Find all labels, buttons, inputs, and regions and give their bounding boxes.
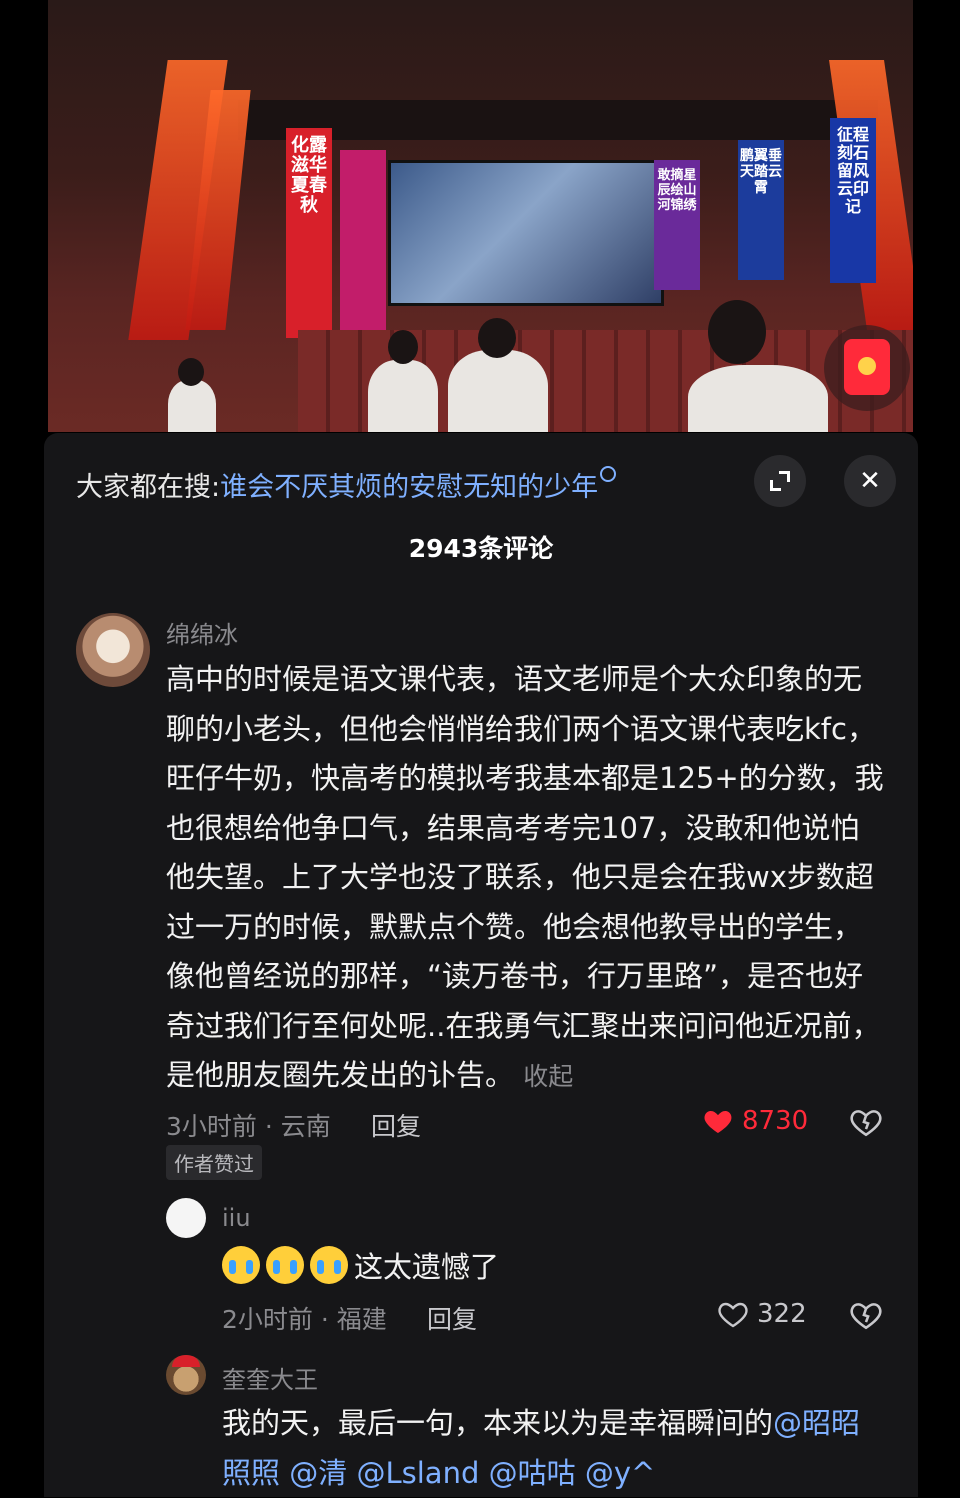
- close-button[interactable]: ✕: [844, 455, 896, 507]
- stage-banner-pink: [340, 150, 386, 330]
- stage-banner: 鹏翼垂天踏云霄: [738, 140, 784, 280]
- comment-meta: 3小时前 · 云南: [166, 1112, 331, 1141]
- like-count: 322: [757, 1299, 807, 1329]
- reply-button[interactable]: 回复: [427, 1300, 477, 1336]
- student: [368, 360, 438, 432]
- avatar[interactable]: [76, 613, 150, 687]
- dislike-icon[interactable]: [849, 1298, 883, 1332]
- student-head: [478, 318, 516, 358]
- search-icon: [600, 466, 617, 482]
- video-player[interactable]: 化露滋华夏春秋 征程刻石留风云印记 鹏翼垂天踏云霄 敢摘星辰绘山河锦绣 ✕: [48, 0, 913, 432]
- mention-link[interactable]: @Lsland: [356, 1456, 479, 1490]
- crying-emoji-icon: [310, 1246, 348, 1284]
- comment-author[interactable]: iiu: [222, 1204, 251, 1232]
- student: [448, 350, 548, 432]
- comments-sheet: 大家都在搜:谁会不厌其烦的安慰无知的少年 ✕ 2943条评论 绵绵冰 高中的时候…: [44, 433, 918, 1497]
- dislike-icon[interactable]: [849, 1105, 883, 1139]
- red-envelope-icon: [844, 339, 890, 395]
- comment-meta: 2小时前 · 福建: [222, 1305, 387, 1334]
- red-packet-button[interactable]: [824, 325, 910, 411]
- stage-lighting-rig: [238, 100, 878, 140]
- collapse-link[interactable]: 收起: [523, 1062, 573, 1091]
- stage-banner: 敢摘星辰绘山河锦绣: [654, 160, 700, 290]
- heart-outline-icon: [718, 1302, 748, 1328]
- comment-body: 高中的时候是语文课代表，语文老师是个大众印象的无聊的小老头，但他会悄悄给我们两个…: [166, 662, 884, 1092]
- comment-text: 这太遗憾了: [222, 1243, 862, 1293]
- expand-button[interactable]: [754, 455, 806, 507]
- student: [688, 365, 828, 432]
- reply-button[interactable]: 回复: [371, 1107, 421, 1143]
- crying-emoji-icon: [222, 1246, 260, 1284]
- student-head: [178, 358, 204, 386]
- stage-banner: 化露滋华夏春秋: [286, 128, 332, 338]
- like-count: 8730: [742, 1106, 809, 1136]
- comments-count: 2943条评论: [408, 534, 554, 563]
- avatar[interactable]: [166, 1198, 206, 1238]
- comment-text: 我的天，最后一句，本来以为是幸福瞬间的@昭昭照照 @清 @Lsland @咕咕 …: [222, 1399, 882, 1498]
- comment-text: 高中的时候是语文课代表，语文老师是个大众印象的无聊的小老头，但他会悄悄给我们两个…: [166, 655, 888, 1102]
- crying-emoji-icon: [266, 1246, 304, 1284]
- comment-author[interactable]: 奎奎大王: [222, 1360, 318, 1395]
- trending-search-prefix: 大家都在搜:: [76, 472, 221, 503]
- heart-filled-icon: [704, 1111, 732, 1133]
- avatar[interactable]: [166, 1355, 206, 1395]
- trending-search[interactable]: 大家都在搜:谁会不厌其烦的安慰无知的少年: [76, 465, 617, 504]
- author-liked-badge: 作者赞过: [166, 1145, 262, 1180]
- expand-icon: [770, 471, 790, 491]
- student-head: [708, 300, 766, 364]
- comment-body: 这太遗憾了: [354, 1250, 500, 1284]
- like-button[interactable]: 322: [717, 1298, 807, 1330]
- mention-link[interactable]: @咕咕: [489, 1456, 576, 1490]
- mention-link[interactable]: @清: [289, 1456, 347, 1490]
- comment-author[interactable]: 绵绵冰: [166, 615, 238, 650]
- like-button[interactable]: 8730: [702, 1105, 808, 1137]
- comment-body: 我的天，最后一句，本来以为是幸福瞬间的: [222, 1406, 774, 1440]
- stage-banner: 征程刻石留风云印记: [830, 118, 876, 283]
- mention-link[interactable]: @y^: [585, 1456, 655, 1490]
- close-icon: ✕: [859, 466, 881, 496]
- trending-search-term[interactable]: 谁会不厌其烦的安慰无知的少年: [220, 472, 598, 503]
- student-head: [388, 330, 418, 364]
- stage-screen: [388, 160, 664, 306]
- student: [168, 380, 216, 432]
